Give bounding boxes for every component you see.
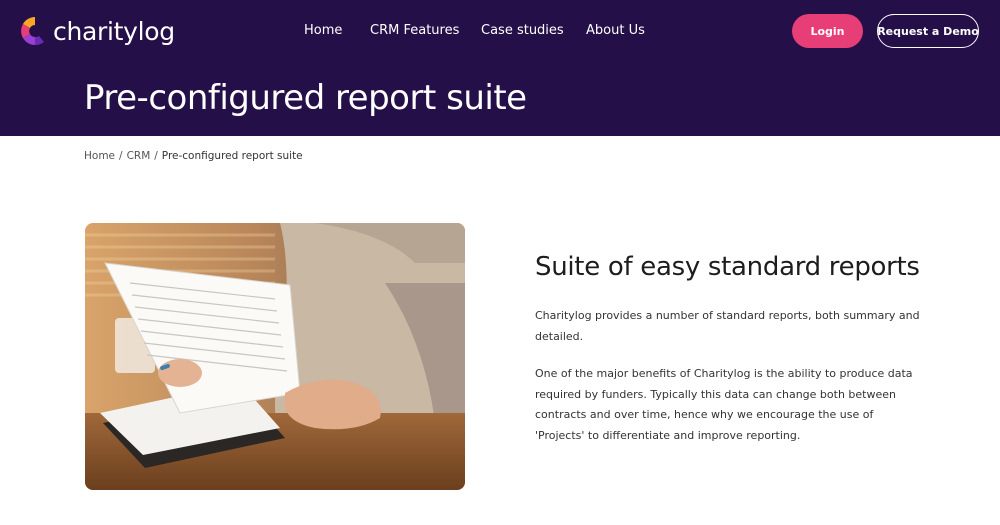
login-button[interactable]: Login <box>792 14 863 48</box>
page-title: Pre-configured report suite <box>84 78 527 118</box>
request-demo-button[interactable]: Request a Demo <box>877 14 979 48</box>
breadcrumb-separator: / <box>154 150 158 162</box>
breadcrumb-separator: / <box>119 150 123 162</box>
breadcrumb-crm-link[interactable]: CRM <box>127 150 151 162</box>
intro-paragraph: Charitylog provides a number of standard… <box>535 309 920 343</box>
breadcrumb: Home / CRM / Pre-configured report suite <box>84 150 303 162</box>
nav-item-crm-features[interactable]: CRM Features <box>370 23 459 38</box>
section-heading: Suite of easy standard reports <box>535 252 920 282</box>
nav-item-home[interactable]: Home <box>304 23 342 38</box>
nav-item-about-us[interactable]: About Us <box>586 23 645 38</box>
benefits-paragraph: One of the major benefits of Charitylog … <box>535 367 913 442</box>
person-reading-documents-photo <box>85 223 465 490</box>
breadcrumb-home-link[interactable]: Home <box>84 150 115 162</box>
breadcrumb-current: Pre-configured report suite <box>161 150 303 162</box>
site-header: charitylog Home CRM Features Case studie… <box>0 0 1000 136</box>
nav-item-case-studies[interactable]: Case studies <box>481 23 564 38</box>
